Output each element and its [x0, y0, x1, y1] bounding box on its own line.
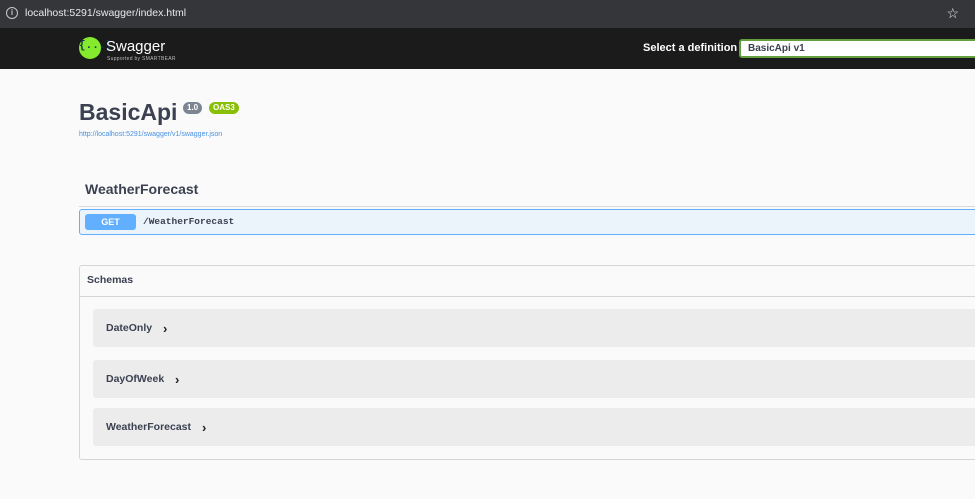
schema-item-dayofweek[interactable]: DayOfWeek ›: [93, 360, 975, 398]
swagger-logo-icon[interactable]: {...}: [79, 37, 112, 59]
chevron-right-icon: ›: [163, 321, 168, 336]
schemas-section: Schemas DateOnly › DayOfWeek › WeatherFo…: [79, 265, 975, 460]
info-circle-icon[interactable]: i: [6, 7, 18, 19]
operation-get-weatherforecast[interactable]: GET /WeatherForecast: [79, 209, 975, 235]
chevron-right-icon: ›: [175, 372, 180, 387]
url-text[interactable]: localhost:5291/swagger/index.html: [25, 7, 186, 19]
spec-url-link[interactable]: http://localhost:5291/swagger/v1/swagger…: [79, 131, 222, 138]
definition-select[interactable]: BasicApi v1: [739, 39, 975, 58]
tag-heading[interactable]: WeatherForecast: [85, 181, 198, 197]
divider: [79, 206, 975, 207]
schema-name: DateOnly: [106, 322, 153, 334]
star-icon[interactable]: ☆: [946, 5, 959, 22]
schemas-header[interactable]: Schemas: [80, 266, 975, 297]
schema-name: DayOfWeek: [106, 373, 165, 385]
brand-name[interactable]: Swagger: [106, 38, 165, 55]
select-definition-label: Select a definition: [643, 42, 738, 54]
schema-item-weatherforecast[interactable]: WeatherForecast ›: [93, 408, 975, 446]
oas-badge: OAS3: [209, 102, 239, 114]
browser-bar: i localhost:5291/swagger/index.html ☆: [0, 0, 975, 28]
schemas-title: Schemas: [87, 274, 134, 286]
version-badge: 1.0: [183, 102, 203, 114]
operation-path: /WeatherForecast: [143, 216, 235, 227]
address-bar[interactable]: i localhost:5291/swagger/index.html ☆: [0, 0, 975, 28]
method-badge: GET: [85, 214, 136, 230]
page-title: BasicApi: [79, 99, 178, 125]
schema-item-dateonly[interactable]: DateOnly ›: [93, 309, 975, 347]
schema-name: WeatherForecast: [106, 421, 192, 433]
definition-select-value: BasicApi v1: [748, 43, 805, 54]
chevron-right-icon: ›: [202, 420, 207, 435]
brand-subtitle: Supported by SMARTBEAR: [107, 56, 176, 62]
swagger-topbar: {...} Swagger Supported by SMARTBEAR Sel…: [0, 28, 975, 69]
